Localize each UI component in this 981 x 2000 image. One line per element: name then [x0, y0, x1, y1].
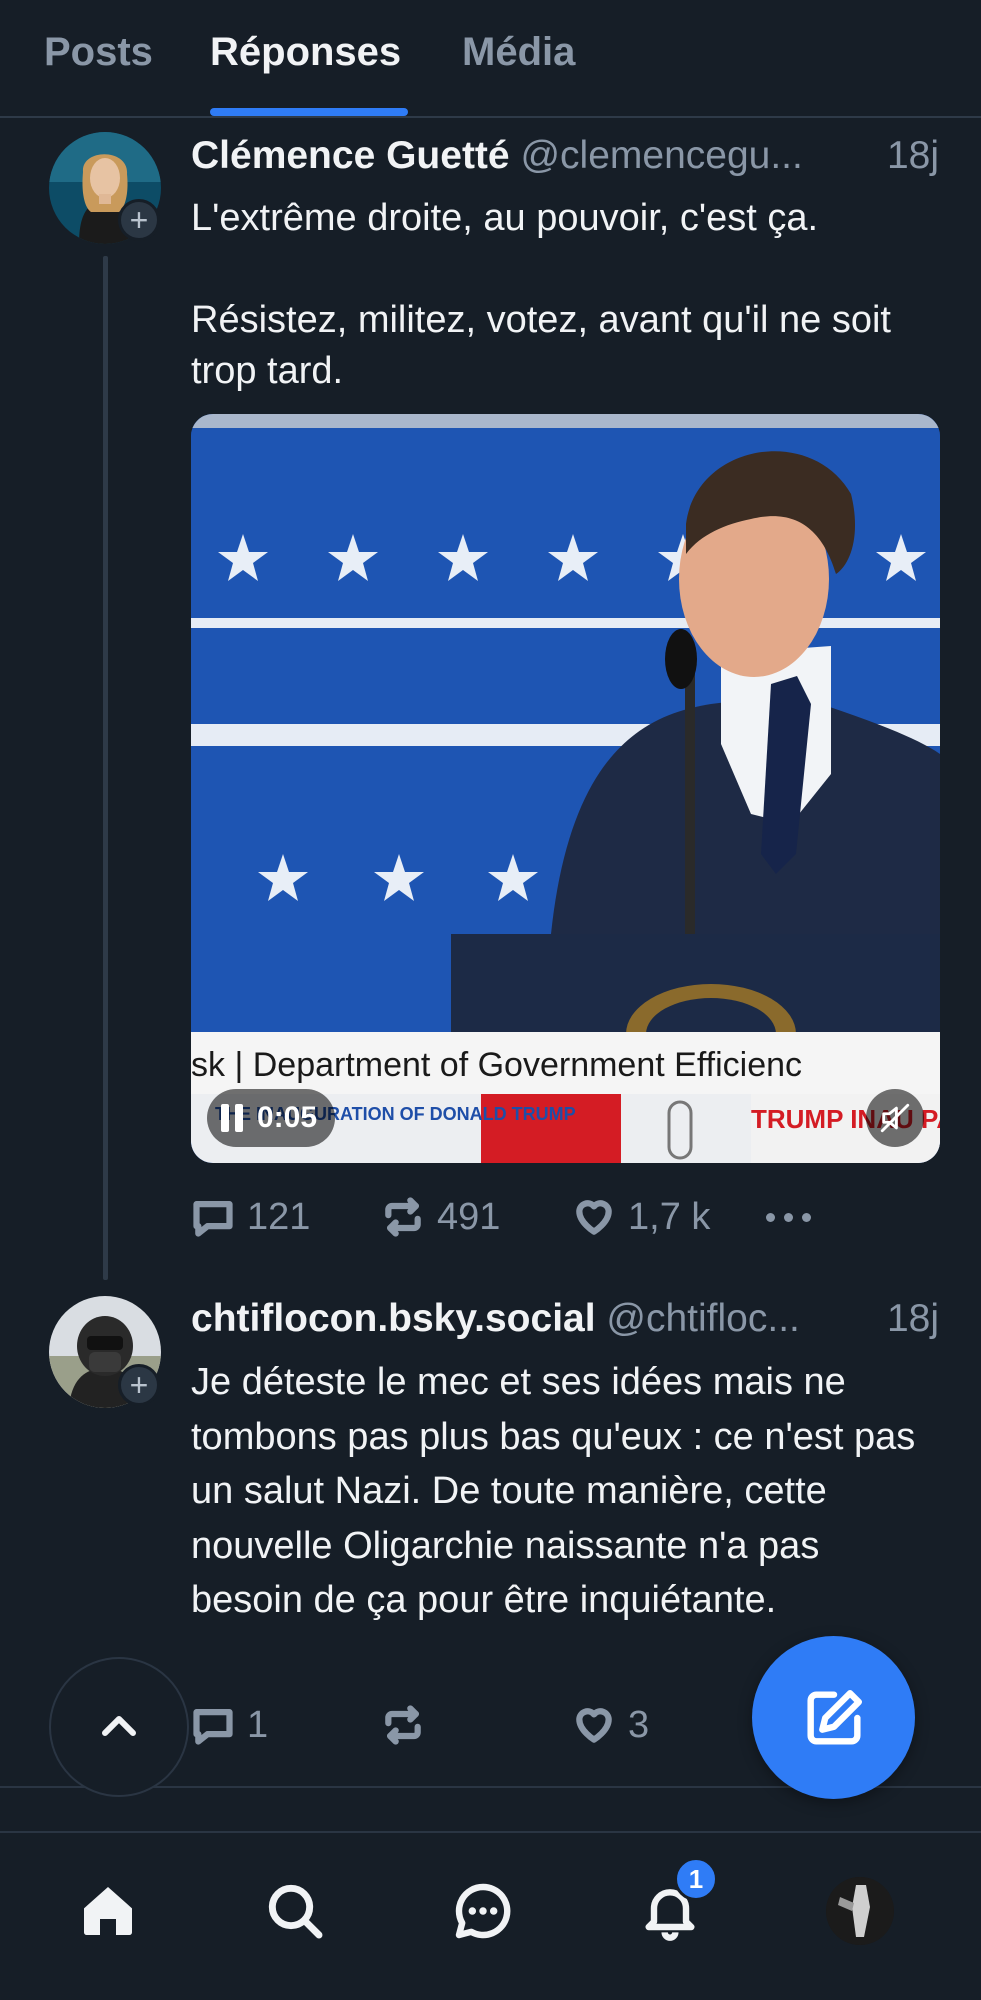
follow-plus-icon[interactable]: +: [118, 1364, 160, 1406]
repost-icon: [385, 1197, 421, 1237]
heart-icon: [576, 1708, 612, 1743]
video-duration: 0:05: [257, 1101, 318, 1134]
follow-plus-icon[interactable]: +: [118, 199, 160, 241]
like-button[interactable]: 1,7 k: [572, 1187, 710, 1247]
reply-icon: [193, 1709, 233, 1745]
lower-third-text: sk | Department of Government Efficienc: [191, 1046, 802, 1084]
pause-icon: [221, 1104, 243, 1132]
repost-button[interactable]: 491: [381, 1187, 500, 1247]
notification-badge: 1: [674, 1857, 718, 1901]
active-tab-indicator: [210, 108, 408, 116]
profile-tabs: Posts Réponses Média: [0, 0, 981, 118]
post-actions: 121 491 1,7 k: [191, 1187, 931, 1247]
nav-chat[interactable]: [443, 1871, 523, 1951]
post-time: 18j: [886, 134, 939, 177]
volume-off-icon: [880, 1103, 910, 1133]
reply-button[interactable]: 121: [191, 1187, 310, 1247]
post-text: L'extrême droite, au pouvoir, c'est ça. …: [191, 197, 891, 392]
like-button[interactable]: 3: [572, 1695, 649, 1755]
nav-notifications[interactable]: 1: [630, 1857, 718, 1951]
search-icon: [268, 1884, 323, 1939]
thread-line: [103, 256, 108, 1280]
repost-icon: [385, 1705, 421, 1745]
repost-count: 491: [437, 1195, 501, 1238]
video-frame: sk | Department of Government Efficienc …: [191, 414, 940, 1163]
tab-media[interactable]: Média: [462, 30, 575, 75]
handle[interactable]: @chtifloc...: [606, 1297, 799, 1340]
post-time: 18j: [886, 1297, 939, 1340]
reply-count: 121: [247, 1195, 311, 1238]
repost-button[interactable]: [381, 1695, 437, 1755]
video-play-pause[interactable]: 0:05: [207, 1089, 336, 1147]
video-player[interactable]: sk | Department of Government Efficienc …: [191, 414, 940, 1163]
reply-icon: [193, 1201, 233, 1237]
nav-search[interactable]: [255, 1871, 335, 1951]
home-icon: [84, 1887, 132, 1935]
post-header: chtiflocon.bsky.social @chtifloc...: [191, 1297, 871, 1347]
chat-icon: [455, 1883, 511, 1939]
compose-icon: [806, 1689, 862, 1745]
tab-replies[interactable]: Réponses: [210, 30, 401, 75]
like-count: 1,7 k: [628, 1195, 711, 1238]
nav-home[interactable]: [68, 1871, 148, 1951]
post-header: Clémence Guetté @clemencegu...: [191, 134, 871, 184]
nav-profile[interactable]: [820, 1871, 900, 1951]
profile-avatar: [826, 1877, 894, 1945]
compose-button[interactable]: [752, 1636, 915, 1799]
display-name[interactable]: Clémence Guetté: [191, 134, 510, 177]
reply-button[interactable]: 1: [191, 1695, 268, 1755]
like-count: 3: [628, 1703, 650, 1746]
tab-posts[interactable]: Posts: [44, 30, 153, 75]
reply-count: 1: [247, 1703, 269, 1746]
more-options-button[interactable]: [766, 1187, 811, 1247]
bottom-nav: 1: [0, 1831, 981, 2000]
heart-icon: [576, 1200, 612, 1235]
display-name[interactable]: chtiflocon.bsky.social: [191, 1297, 596, 1340]
mute-button[interactable]: [866, 1089, 924, 1147]
handle[interactable]: @clemencegu...: [520, 134, 802, 177]
more-icon: [766, 1212, 811, 1222]
scroll-to-top-button[interactable]: [49, 1657, 189, 1797]
post-text: Je déteste le mec et ses idées mais ne t…: [191, 1361, 926, 1621]
chevron-up-icon: [102, 1716, 136, 1736]
